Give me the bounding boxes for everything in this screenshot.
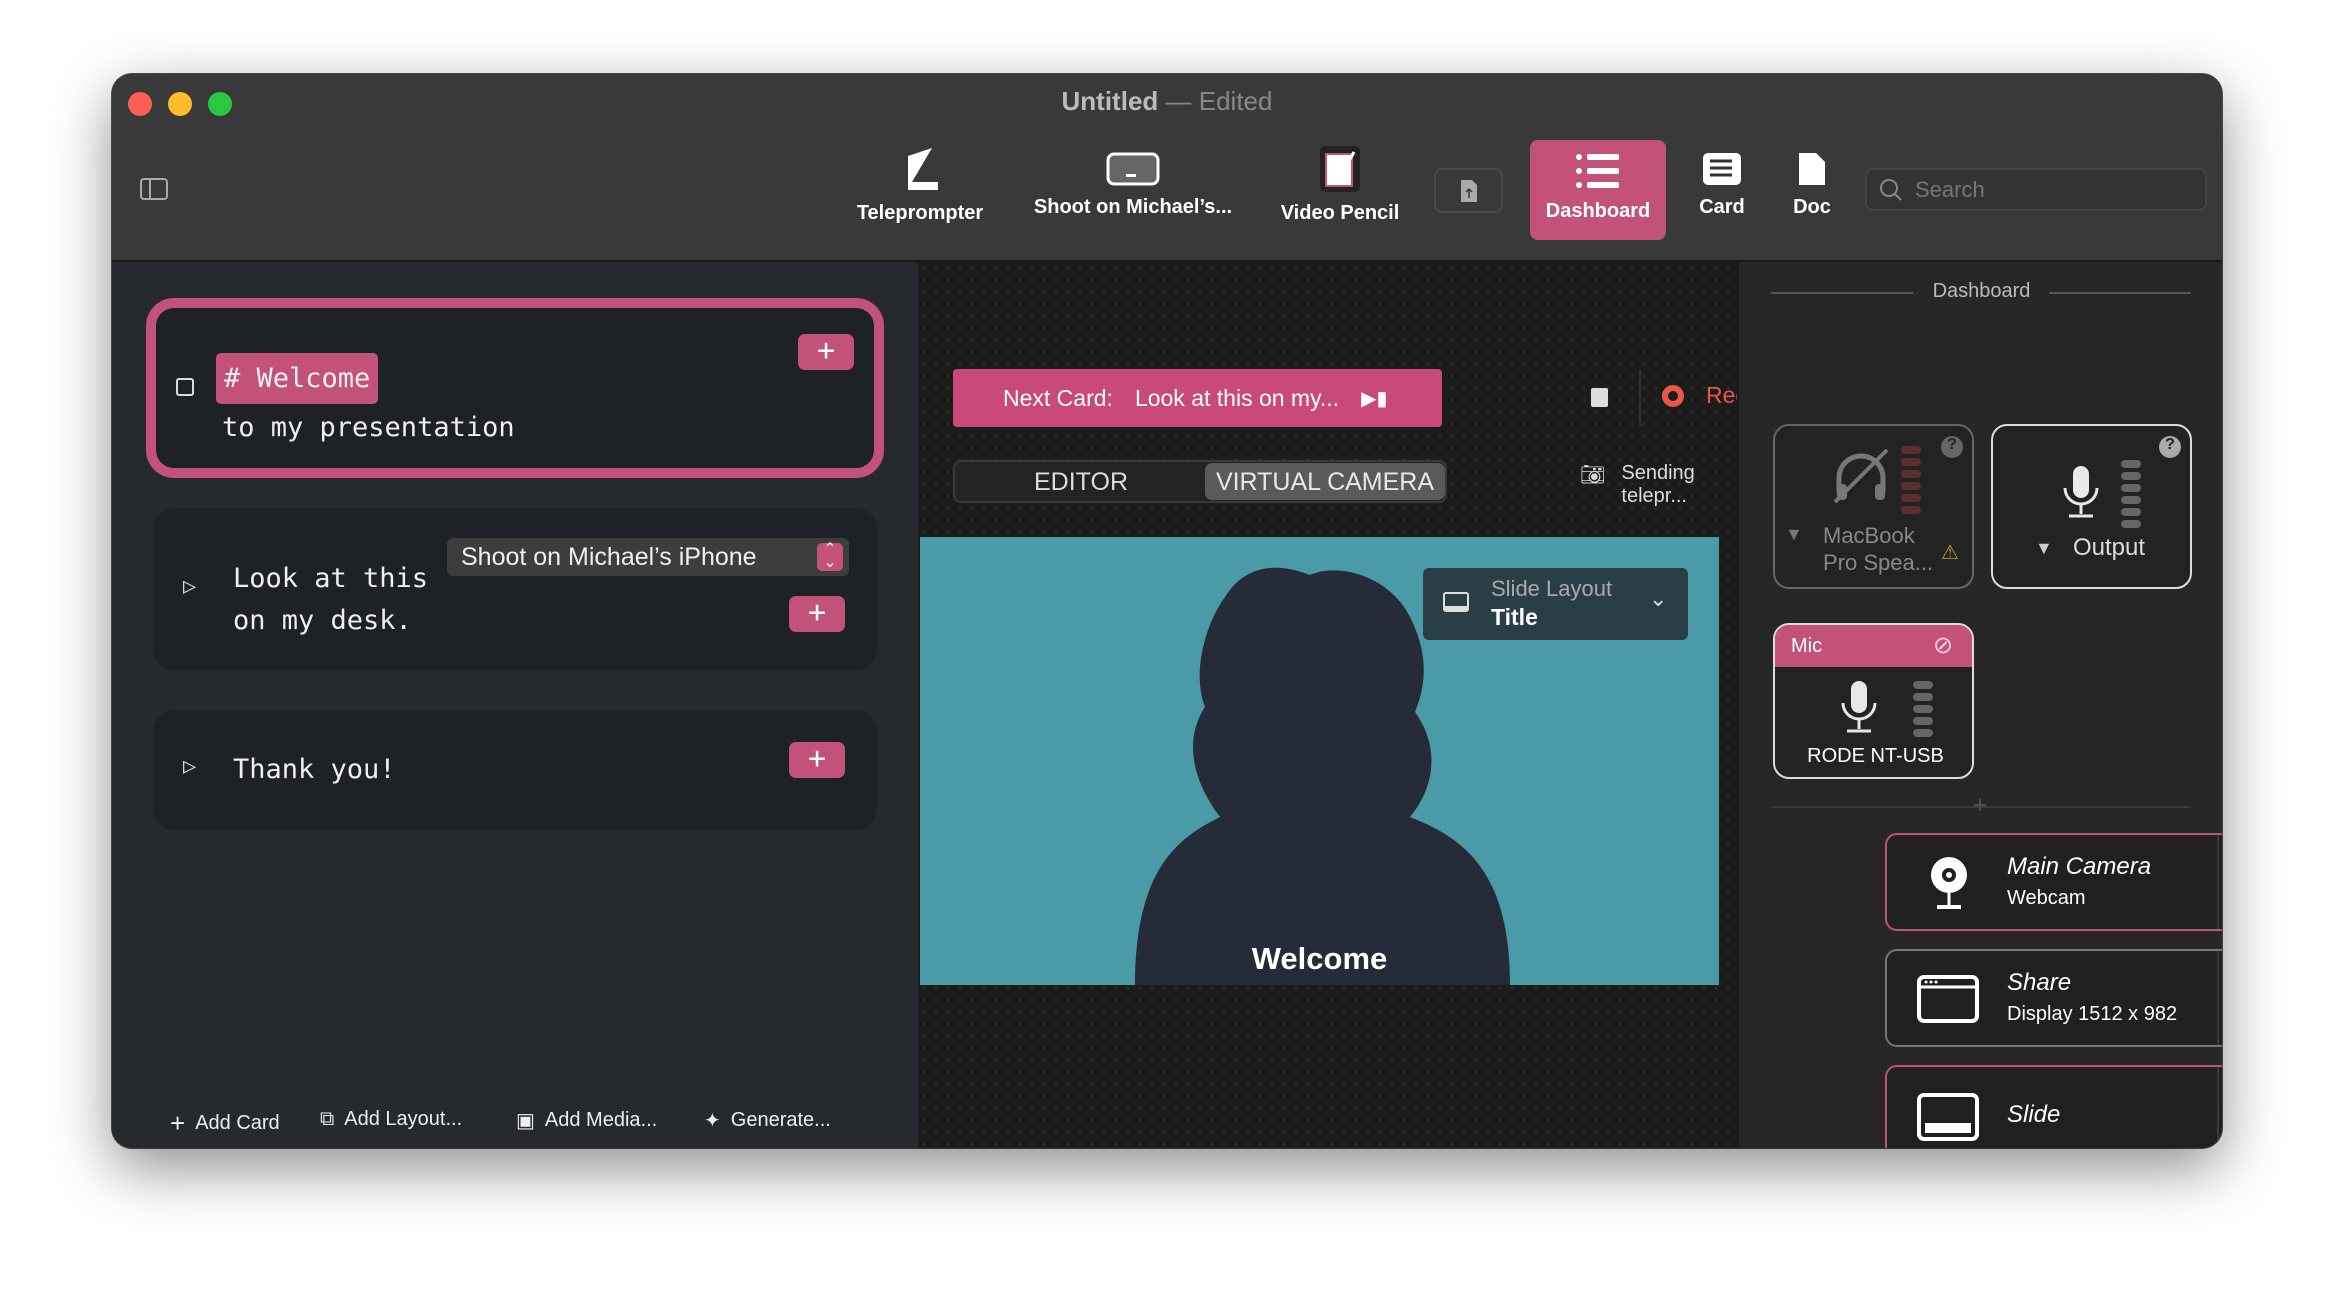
add-tile-button[interactable]: + xyxy=(1973,792,1987,820)
toolbar: Untitled — Edited Teleprompter Shoot on … xyxy=(112,74,2222,262)
source-slide[interactable]: Slide ▼ xyxy=(1885,1065,2222,1148)
add-layout-label: Add Layout... xyxy=(344,1108,463,1130)
video-preview: Welcome Slide Layout Title ⌄ xyxy=(920,537,1719,985)
source-name: Slide xyxy=(2007,1101,2061,1128)
teleprompter-icon xyxy=(908,148,938,190)
dashboard-button[interactable]: Dashboard xyxy=(1530,140,1666,240)
teleprompter-button[interactable]: Teleprompter xyxy=(850,146,990,225)
level-meter xyxy=(1901,446,1921,518)
level-meter xyxy=(2121,460,2141,532)
preview-panel: Next Card:Look at this on my...▶▮ Record… xyxy=(918,262,1780,1148)
microphone-icon xyxy=(1841,681,1877,733)
headphones-muted-icon xyxy=(1833,448,1889,504)
slide-icon xyxy=(1443,592,1469,612)
app-window: Untitled — Edited Teleprompter Shoot on … xyxy=(112,74,2222,1148)
document-icon xyxy=(1799,153,1825,185)
video-pencil-icon xyxy=(1320,146,1360,192)
slide-title-text: Welcome xyxy=(1251,941,1388,976)
iphone-camera-icon xyxy=(1106,152,1160,186)
card-thank-you[interactable]: ▷ Thank you! + xyxy=(153,710,877,830)
card-list-panel: # Welcome to my presentation + ▷ Look at… xyxy=(112,262,918,1148)
headphones-muted-icon[interactable]: ⊘ xyxy=(1933,631,1953,660)
chevron-down-icon: ⌄ xyxy=(1649,586,1668,611)
add-media-label: Add Media... xyxy=(544,1109,658,1131)
divider xyxy=(1639,370,1641,426)
magic-wand-icon: ✦ xyxy=(704,1110,721,1132)
stepper-icon: ⌃ ⌄ xyxy=(817,542,843,571)
disclosure-icon[interactable]: ▼ xyxy=(1785,524,1803,545)
add-to-card-button[interactable]: + xyxy=(789,742,845,778)
add-layout-button[interactable]: ⧉ Add Layout... xyxy=(320,1108,462,1131)
stop-button[interactable] xyxy=(1591,388,1608,407)
dashboard-panel: Dashboard ? ▼ MacBook Pro Spea... ⚠ ? ▼ … xyxy=(1737,262,2222,1148)
microphone-icon xyxy=(2063,466,2099,518)
window-title: Untitled — Edited xyxy=(1061,86,1273,116)
generate-button[interactable]: ✦ Generate... xyxy=(704,1108,831,1133)
speaker-tile[interactable]: ? ▼ MacBook Pro Spea... ⚠ xyxy=(1773,424,1974,589)
document-upload-icon xyxy=(1460,179,1477,202)
output-tile[interactable]: ? ▼ Output xyxy=(1991,424,2192,589)
search-icon xyxy=(1880,178,1902,201)
disclosure-icon[interactable]: ▼ xyxy=(2035,538,2053,559)
video-pencil-button[interactable]: Video Pencil xyxy=(1275,146,1405,225)
search-input[interactable]: Search xyxy=(1865,168,2207,211)
doc-button[interactable]: Doc xyxy=(1772,152,1852,219)
status-text: 📷︎ Sending telepr... xyxy=(1580,462,1695,507)
next-card-button[interactable]: Next Card: Look at this on my... ▶▮ xyxy=(953,369,1442,427)
card-text: Look at this on my desk. xyxy=(233,563,429,636)
shoot-on-iphone-button[interactable]: Shoot on Michael’s... xyxy=(1023,152,1243,219)
level-meter xyxy=(1913,681,1933,741)
divider xyxy=(2049,292,2191,294)
source-subtitle: Webcam xyxy=(2007,887,2086,909)
output-name: Output xyxy=(2073,534,2146,561)
source-subtitle: Display 1512 x 982 xyxy=(2007,1003,2178,1025)
tab-virtual-camera[interactable]: VIRTUAL CAMERA xyxy=(1205,463,1445,500)
tab-editor[interactable]: EDITOR xyxy=(955,468,1207,497)
camera-device-select[interactable]: Shoot on Michael’s iPhone ⌃ ⌄ xyxy=(447,538,849,576)
add-media-button[interactable]: ▣ Add Media... xyxy=(516,1108,657,1133)
card-heading: # Welcome xyxy=(216,353,379,404)
source-name: Share xyxy=(2007,969,2072,996)
source-main-camera[interactable]: Main CameraWebcam ▼ xyxy=(1885,833,2222,931)
slide-layout-value: Title xyxy=(1491,604,1538,630)
skip-forward-icon: ▶▮ xyxy=(1361,387,1388,410)
slide-layout-dropdown[interactable]: Slide Layout Title ⌄ xyxy=(1423,568,1688,640)
play-icon[interactable]: ▷ xyxy=(183,574,196,599)
layout-icon: ⧉ xyxy=(320,1108,335,1130)
view-mode-segmented: EDITOR VIRTUAL CAMERA xyxy=(953,460,1447,503)
card-icon xyxy=(1703,153,1741,185)
help-icon[interactable]: ? xyxy=(1941,436,1963,458)
mic-tile[interactable]: Mic ⊘ RODE NT-USB xyxy=(1773,623,1974,779)
add-to-card-button[interactable]: + xyxy=(798,334,854,370)
slide-icon xyxy=(1917,1093,1979,1141)
add-card-button[interactable]: + Add Card xyxy=(170,1108,280,1139)
plus-icon: + xyxy=(170,1108,186,1138)
help-icon[interactable]: ? xyxy=(2159,436,2181,458)
speaker-name: MacBook Pro Spea... xyxy=(1823,523,1934,575)
card-welcome[interactable]: # Welcome to my presentation + xyxy=(146,298,884,478)
camera-icon: 📷︎ xyxy=(1580,464,1606,486)
photo-icon: ▣ xyxy=(516,1110,535,1132)
source-name: Main Camera xyxy=(2007,853,2152,880)
slide-layout-label: Slide Layout xyxy=(1491,576,1613,601)
mic-name: RODE NT-USB xyxy=(1807,745,1944,767)
card-checkbox[interactable] xyxy=(176,378,194,396)
card-button[interactable]: Card xyxy=(1682,152,1762,219)
card-look[interactable]: ▷ Look at this on my desk. Shoot on Micha… xyxy=(153,508,877,671)
record-icon xyxy=(1662,384,1684,407)
mic-label: Mic xyxy=(1791,635,1823,657)
play-icon[interactable]: ▷ xyxy=(183,754,196,779)
add-card-label: Add Card xyxy=(195,1112,280,1134)
card-text: to my presentation xyxy=(222,412,515,443)
webcam-icon xyxy=(1931,857,1967,909)
source-share[interactable]: ShareDisplay 1512 x 982 ▼ xyxy=(1885,949,2222,1047)
export-button[interactable] xyxy=(1434,168,1503,213)
list-icon xyxy=(1576,154,1619,188)
generate-label: Generate... xyxy=(730,1109,831,1131)
warning-icon: ⚠ xyxy=(1941,542,1959,564)
add-to-card-button[interactable]: + xyxy=(789,596,845,632)
window-icon xyxy=(1917,975,1979,1023)
card-text: Thank you! xyxy=(233,754,396,785)
sidebar-toggle-icon[interactable] xyxy=(140,178,168,205)
